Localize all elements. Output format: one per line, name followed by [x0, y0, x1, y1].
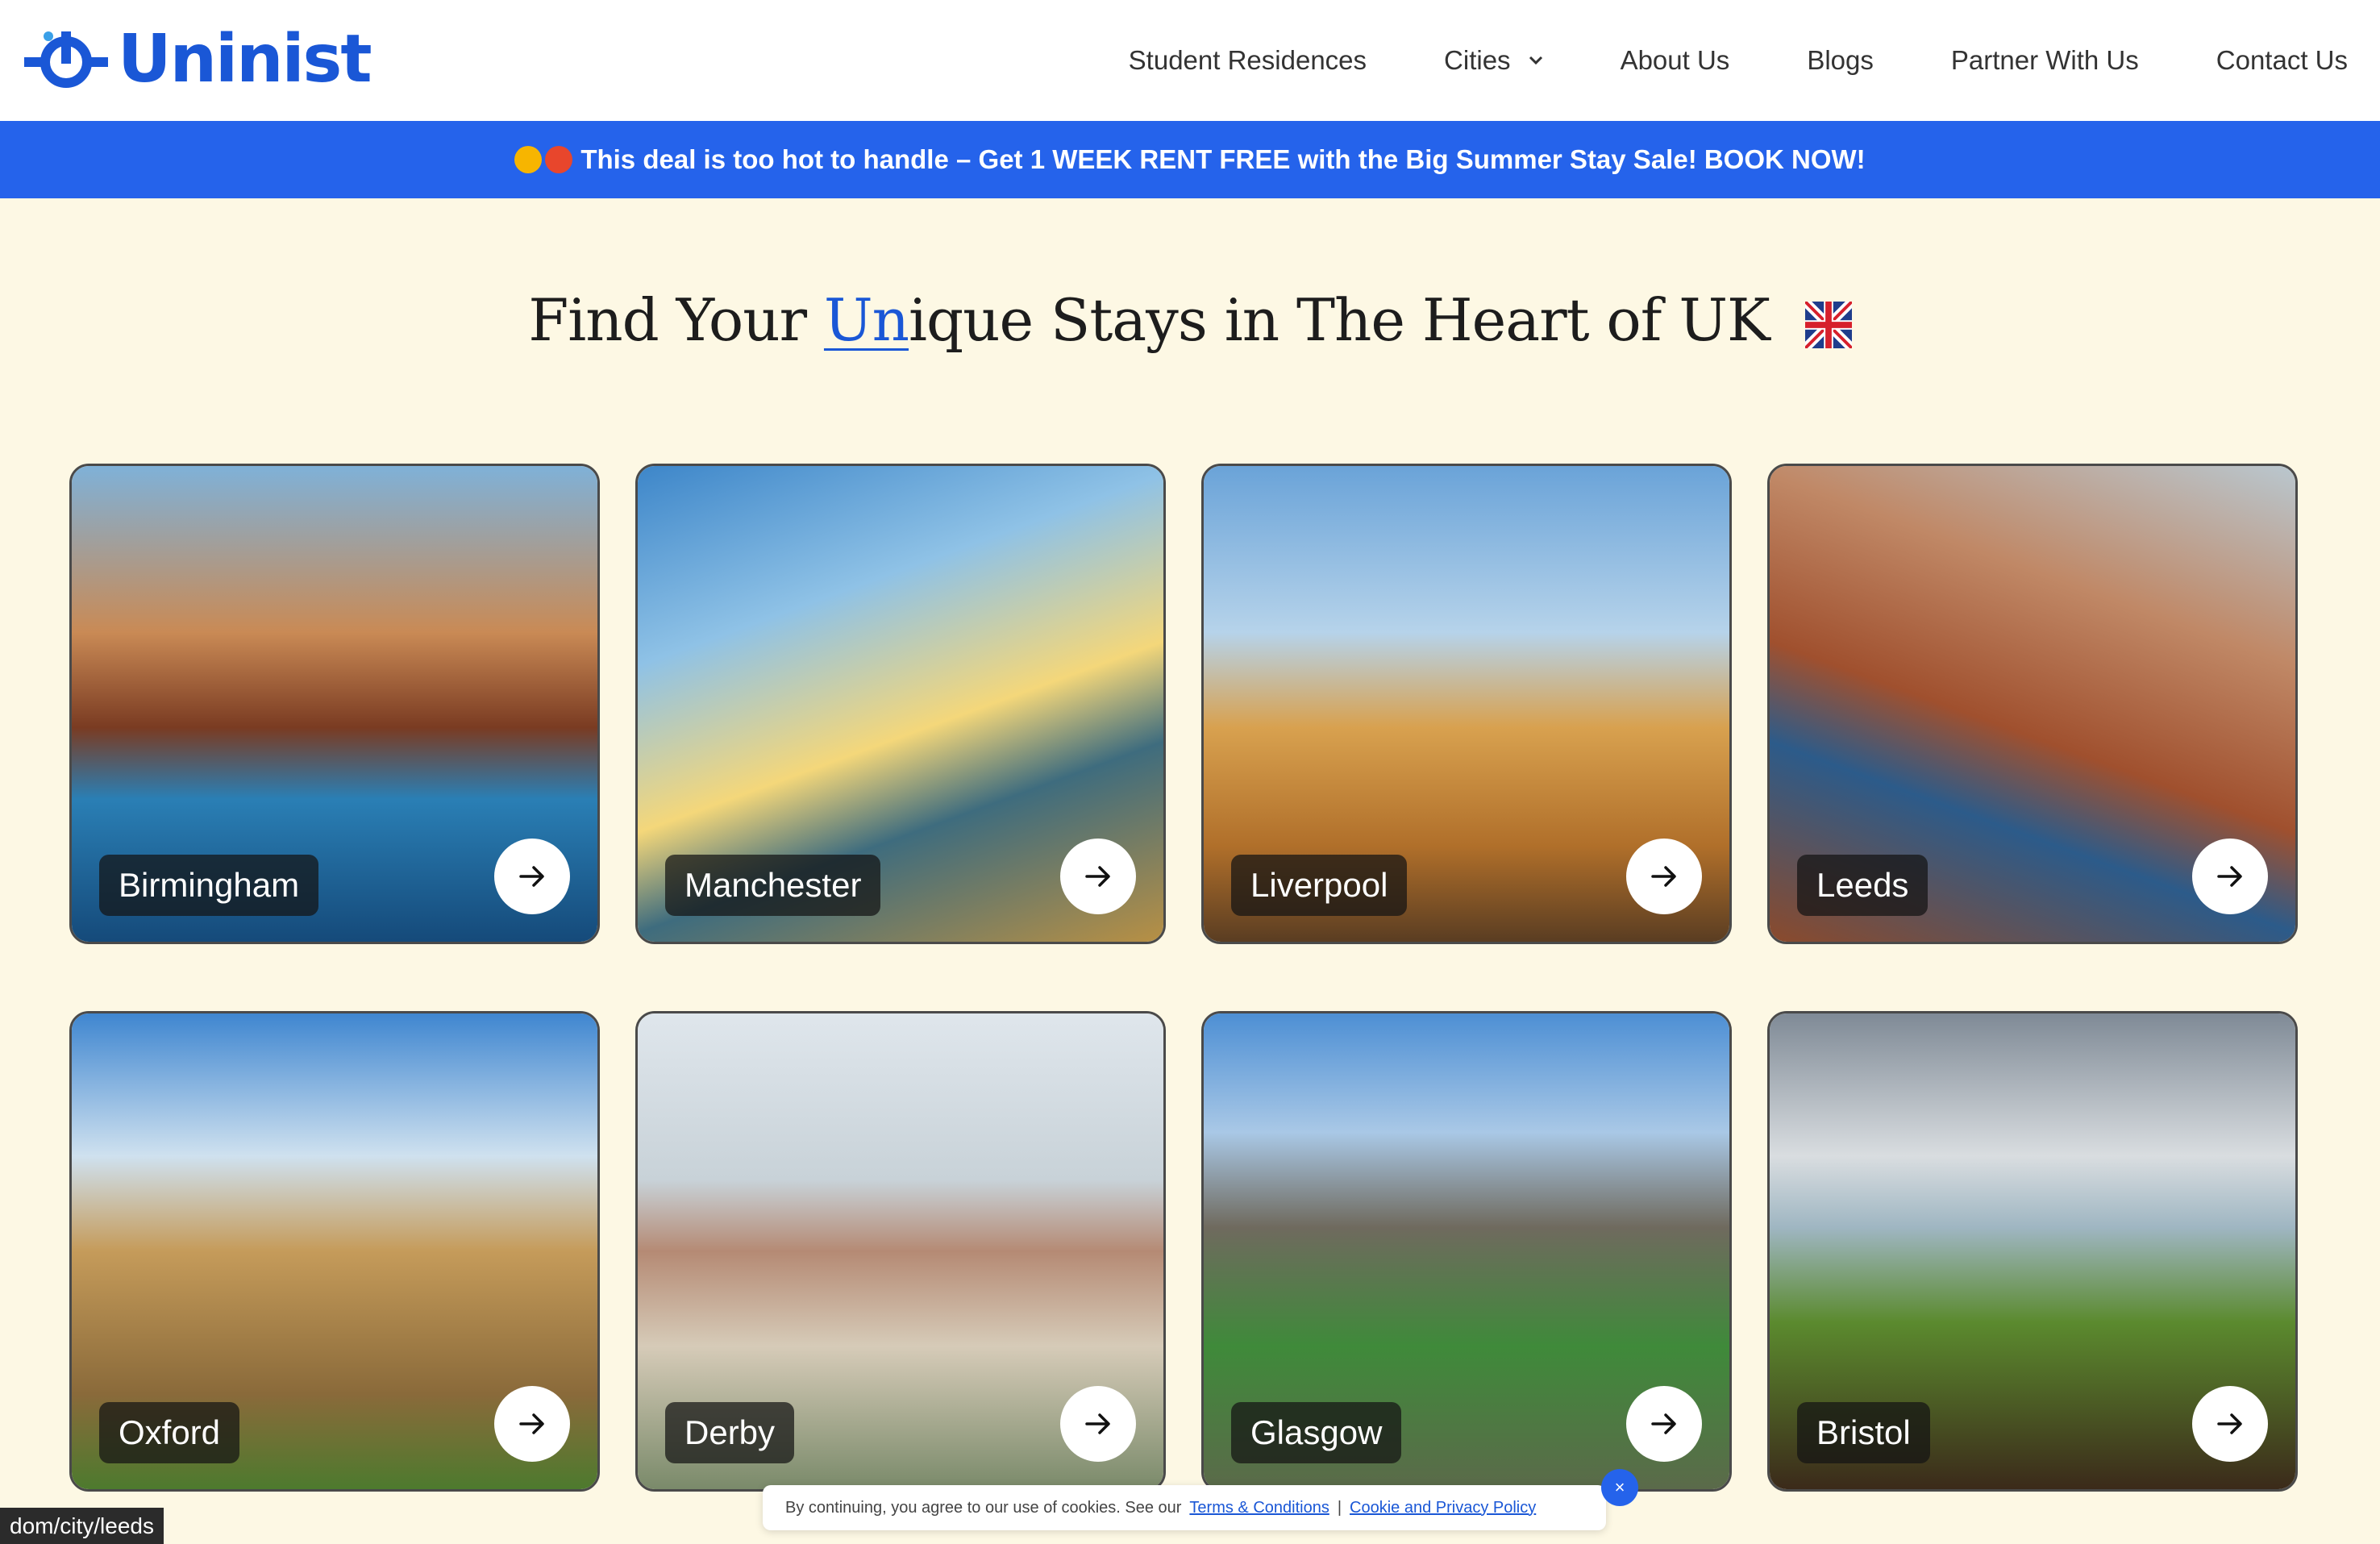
arrow-right-icon — [2217, 866, 2242, 887]
city-name: Derby — [665, 1402, 795, 1463]
nav-partner-with-us[interactable]: Partner With Us — [1951, 45, 2139, 76]
promo-text: This deal is too hot to handle – Get 1 W… — [580, 144, 1866, 174]
arrow-right-button[interactable] — [1626, 1386, 1702, 1462]
arrow-right-icon — [519, 866, 544, 887]
arrow-right-button[interactable] — [494, 839, 570, 914]
status-bar-url: dom/city/leeds — [0, 1508, 164, 1544]
city-card-glasgow[interactable]: Glasgow — [1201, 1011, 1732, 1492]
nav-student-residences[interactable]: Student Residences — [1129, 45, 1367, 76]
hot-face-icon — [545, 146, 573, 173]
city-card-oxford[interactable]: Oxford — [69, 1011, 600, 1492]
arrow-right-button[interactable] — [1626, 839, 1702, 914]
nav-about-us[interactable]: About Us — [1621, 45, 1730, 76]
arrow-right-button[interactable] — [494, 1386, 570, 1462]
nav-cities[interactable]: Cities — [1444, 45, 1543, 76]
cookie-separator: | — [1337, 1498, 1342, 1517]
city-name: Liverpool — [1231, 855, 1408, 916]
site-header: Uninist Student Residences Cities About … — [0, 0, 2380, 121]
sun-icon — [514, 146, 543, 173]
arrow-right-icon — [1651, 1413, 1676, 1434]
main-nav: Student Residences Cities About Us Blogs… — [1051, 0, 2348, 121]
page-title: Find Your Unique Stays in The Heart of U… — [0, 286, 2380, 354]
city-card-derby[interactable]: Derby — [635, 1011, 1166, 1492]
nav-blogs[interactable]: Blogs — [1807, 45, 1874, 76]
arrow-right-icon — [2217, 1413, 2242, 1434]
logo[interactable]: Uninist — [24, 15, 372, 103]
terms-link[interactable]: Terms & Conditions — [1189, 1499, 1329, 1517]
heading-highlight: Un — [823, 286, 909, 354]
logo-text: Uninist — [118, 20, 372, 98]
arrow-right-icon — [1085, 1413, 1110, 1434]
city-name: Glasgow — [1231, 1402, 1402, 1463]
chevron-down-icon — [1529, 56, 1542, 65]
city-card-manchester[interactable]: Manchester — [635, 464, 1166, 944]
heading-part-2: ique Stays in The Heart of UK — [909, 286, 1770, 354]
arrow-right-button[interactable] — [2192, 839, 2268, 914]
nav-cities-label: Cities — [1444, 45, 1511, 75]
arrow-right-icon — [1651, 866, 1676, 887]
city-name: Birmingham — [99, 855, 319, 916]
logo-mark-icon — [24, 31, 108, 88]
close-icon[interactable]: × — [1601, 1469, 1638, 1506]
arrow-right-button[interactable] — [2192, 1386, 2268, 1462]
arrow-right-icon — [519, 1413, 544, 1434]
city-name: Leeds — [1797, 855, 1929, 916]
arrow-right-button[interactable] — [1060, 839, 1136, 914]
privacy-policy-link[interactable]: Cookie and Privacy Policy — [1350, 1499, 1536, 1517]
city-card-liverpool[interactable]: Liverpool — [1201, 464, 1732, 944]
arrow-right-icon — [1085, 866, 1110, 887]
city-card-birmingham[interactable]: Birmingham — [69, 464, 600, 944]
city-card-bristol[interactable]: Bristol — [1767, 1011, 2298, 1492]
city-name: Bristol — [1797, 1402, 1930, 1463]
nav-contact-us[interactable]: Contact Us — [2216, 45, 2348, 76]
heading-part-1: Find Your — [528, 286, 824, 354]
city-name: Oxford — [99, 1402, 240, 1463]
arrow-right-button[interactable] — [1060, 1386, 1136, 1462]
sun-emoji-icon — [514, 146, 573, 173]
uk-flag-icon — [1804, 302, 1852, 348]
city-name: Manchester — [665, 855, 881, 916]
cookie-text: By continuing, you agree to our use of c… — [785, 1498, 1182, 1517]
city-card-leeds[interactable]: Leeds — [1767, 464, 2298, 944]
cookie-banner: By continuing, you agree to our use of c… — [763, 1485, 1606, 1530]
promo-banner[interactable]: This deal is too hot to handle – Get 1 W… — [0, 121, 2380, 198]
